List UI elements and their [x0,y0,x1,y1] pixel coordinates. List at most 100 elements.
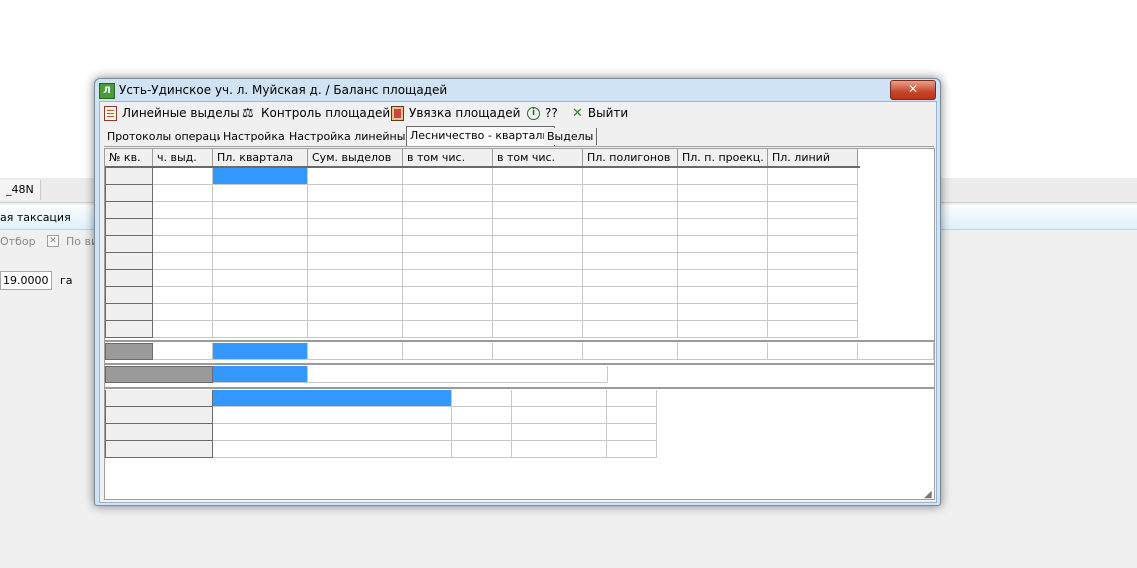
row-header[interactable] [105,219,153,236]
lower-cell[interactable] [452,441,512,458]
grid-cell[interactable] [213,321,308,338]
row-header[interactable] [105,304,153,321]
lower-cell[interactable] [452,424,512,441]
grid-cell[interactable] [213,287,308,304]
grid-cell[interactable] [768,287,858,304]
grid-cell[interactable] [583,321,678,338]
row-header[interactable] [105,168,153,185]
totals-row-header[interactable] [105,343,153,360]
lower-cell[interactable] [607,407,657,424]
grid-cell[interactable] [768,321,858,338]
grid-cell[interactable] [213,270,308,287]
grid-cell[interactable] [308,219,403,236]
totals-cell[interactable] [213,343,308,360]
totals-cell[interactable] [768,343,858,360]
grid-cell[interactable] [678,219,768,236]
grid-cell[interactable] [213,236,308,253]
lower-cell[interactable] [213,424,452,441]
lower-row-header[interactable] [105,407,213,424]
lower-cell[interactable] [452,390,512,407]
grid-cell[interactable] [403,270,493,287]
lower-cell[interactable] [213,390,452,407]
menu-help[interactable]: i?? [527,105,558,121]
grid-cell[interactable] [153,185,213,202]
row-header[interactable] [105,270,153,287]
tab-sections[interactable]: Выделы [544,128,598,145]
grid-cell[interactable] [153,270,213,287]
grid-cell[interactable] [493,185,583,202]
summary-cell[interactable] [308,366,608,383]
grid-cell[interactable] [583,219,678,236]
grid-cell[interactable] [153,236,213,253]
grid-cell[interactable] [213,304,308,321]
row-header[interactable] [105,321,153,338]
grid-cell[interactable] [493,219,583,236]
grid-cell[interactable] [678,202,768,219]
grid-cell[interactable] [213,168,308,185]
grid-cell[interactable] [213,253,308,270]
col-header-quarter-area[interactable]: Пл. квартала [213,149,308,166]
grid-cell[interactable] [768,236,858,253]
grid-cell[interactable] [678,304,768,321]
col-header-incl-other[interactable]: в том чис. прот [493,149,583,181]
grid-cell[interactable] [678,270,768,287]
col-header-projection-area[interactable]: Пл. п. проекц. [678,149,768,166]
grid-cell[interactable] [153,253,213,270]
grid-cell[interactable] [308,202,403,219]
background-checkbox[interactable]: ✕ [47,235,59,247]
grid-cell[interactable] [493,168,583,185]
lower-cell[interactable] [607,441,657,458]
resize-grip-icon[interactable]: ◢ [924,490,934,500]
totals-cell[interactable] [858,343,934,360]
grid-cell[interactable] [403,253,493,270]
row-header[interactable] [105,253,153,270]
menu-exit[interactable]: ✕ Выйти [572,105,628,121]
grid-cell[interactable] [153,304,213,321]
col-header-incl-linear[interactable]: в том чис. лин. [403,149,493,181]
summary-row-header[interactable] [105,366,213,383]
lower-row-header[interactable] [105,424,213,441]
grid-cell[interactable] [403,287,493,304]
background-area-input[interactable]: 19.0000 [0,271,52,290]
grid-cell[interactable] [153,202,213,219]
summary-cell[interactable] [213,366,308,383]
grid-cell[interactable] [583,168,678,185]
grid-cell[interactable] [403,219,493,236]
grid-cell[interactable] [493,253,583,270]
grid-cell[interactable] [768,270,858,287]
grid-cell[interactable] [213,219,308,236]
grid-cell[interactable] [308,168,403,185]
lower-row-header[interactable] [105,441,213,458]
grid-cell[interactable] [583,270,678,287]
totals-cell[interactable] [153,343,213,360]
grid-cell[interactable] [308,287,403,304]
grid-cell[interactable] [153,287,213,304]
totals-cell[interactable] [678,343,768,360]
grid-cell[interactable] [768,219,858,236]
lower-cell[interactable] [213,441,452,458]
lower-cell[interactable] [213,407,452,424]
close-button[interactable]: ✕ [890,80,936,100]
col-header-line-area[interactable]: Пл. линий [768,149,858,166]
col-header-polygon-area[interactable]: Пл. полигонов [583,149,678,166]
lower-cell[interactable] [607,390,657,407]
grid-cell[interactable] [308,321,403,338]
lower-cell[interactable] [512,424,607,441]
grid-cell[interactable] [493,236,583,253]
grid-cell[interactable] [403,185,493,202]
grid-cell[interactable] [768,253,858,270]
grid-cell[interactable] [153,321,213,338]
totals-cell[interactable] [308,343,403,360]
grid-cell[interactable] [583,253,678,270]
grid-cell[interactable] [583,202,678,219]
tab-forestry-quarters[interactable]: Лесничество - кварталы [406,126,556,146]
grid-cell[interactable] [308,236,403,253]
grid-cell[interactable] [153,168,213,185]
lower-cell[interactable] [512,407,607,424]
lower-cell[interactable] [512,441,607,458]
grid-cell[interactable] [493,287,583,304]
tab-operation-protocols[interactable]: Протоколы операций [104,128,235,145]
title-bar[interactable]: Л Усть-Удинское уч. л. Муйская д. / Бала… [95,79,940,101]
background-filter-label[interactable]: Отбор [0,235,36,248]
grid-cell[interactable] [403,202,493,219]
